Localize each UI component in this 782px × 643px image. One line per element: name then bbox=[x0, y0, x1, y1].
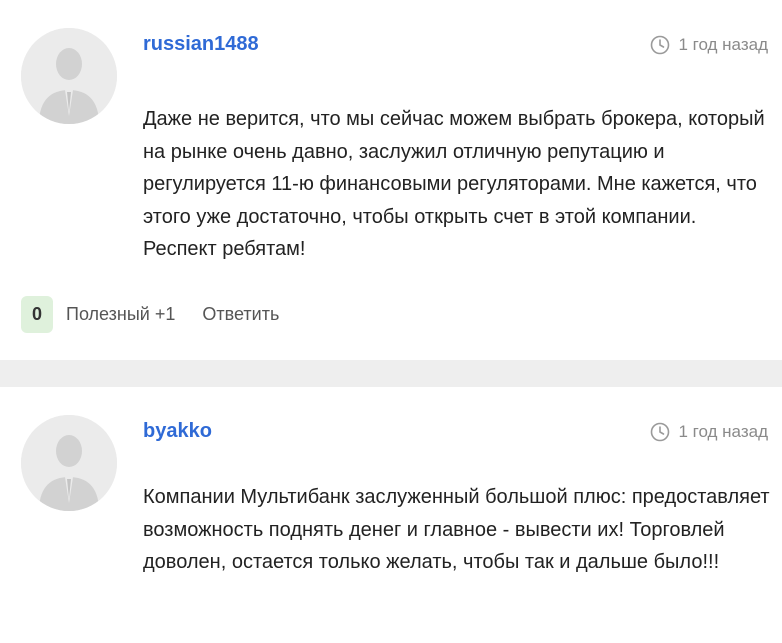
user-silhouette-icon bbox=[21, 28, 117, 124]
comment-text: Даже не верится, что мы сейчас можем выб… bbox=[143, 108, 765, 260]
avatar[interactable] bbox=[21, 28, 117, 124]
useful-button[interactable]: Полезный +1 bbox=[66, 304, 175, 325]
clock-icon bbox=[651, 35, 670, 55]
user-silhouette-icon bbox=[21, 415, 117, 511]
timestamp-text: 1 год назад bbox=[678, 35, 768, 54]
timestamp: 1 год назад bbox=[650, 35, 768, 55]
comment: byakko 1 год назад Компании Мультибанк з… bbox=[0, 387, 782, 643]
vote-count-badge: 0 bbox=[21, 296, 53, 333]
comment: russian1488 1 год назад Даже не верится,… bbox=[0, 0, 782, 360]
username-link[interactable]: byakko bbox=[143, 420, 212, 443]
comment-text: Компании Мультибанк заслуженный большой … bbox=[143, 486, 770, 573]
reply-button[interactable]: Ответить bbox=[202, 304, 279, 325]
timestamp: 1 год назад bbox=[650, 422, 768, 442]
username-link[interactable]: russian1488 bbox=[143, 33, 259, 56]
avatar[interactable] bbox=[21, 415, 117, 511]
comment-divider bbox=[0, 360, 782, 387]
comment-actions: 0 Полезный +1 Ответить bbox=[21, 296, 279, 333]
timestamp-text: 1 год назад bbox=[678, 422, 768, 441]
clock-icon bbox=[651, 422, 670, 442]
